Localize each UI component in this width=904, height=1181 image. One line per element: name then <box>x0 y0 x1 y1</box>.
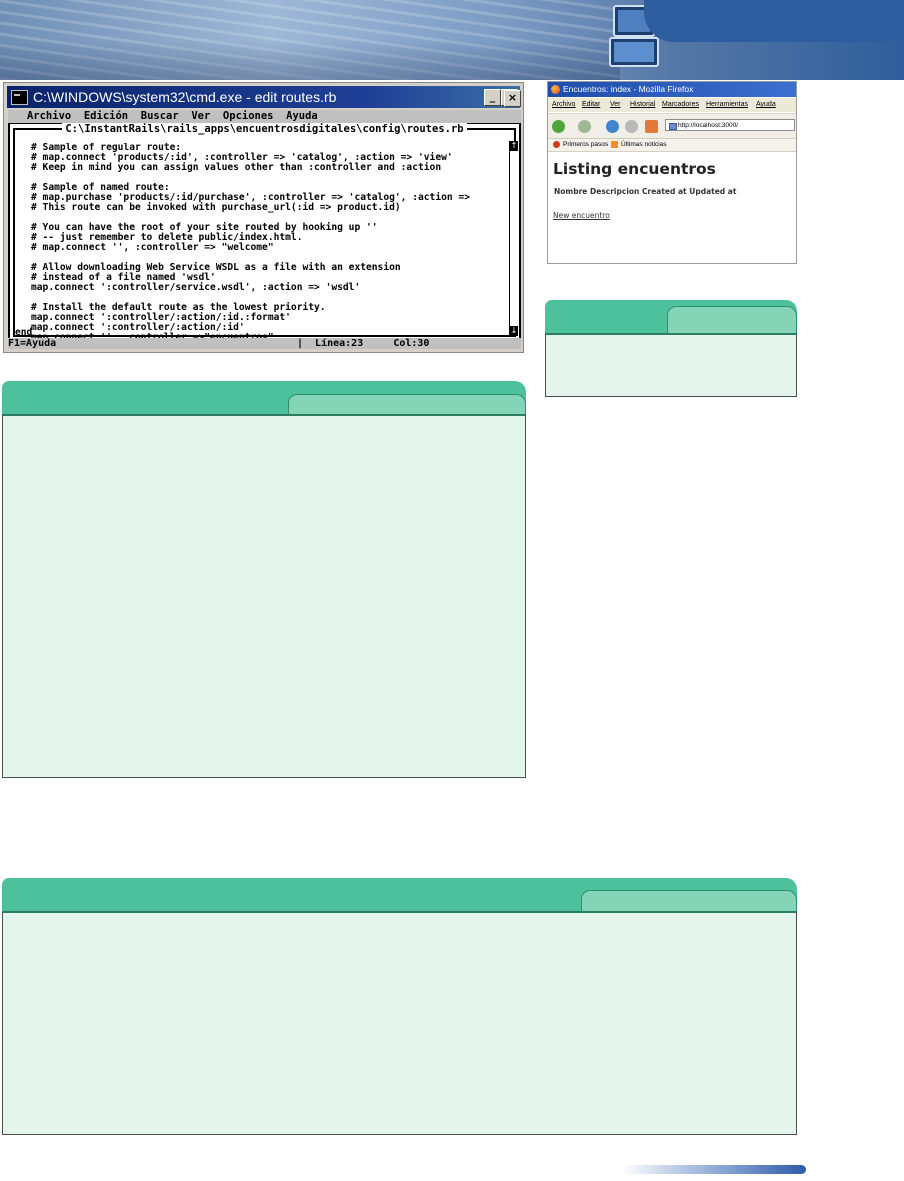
left-box <box>2 381 526 778</box>
code-line: # This route can be invoked with purchas… <box>31 202 401 213</box>
code-line: # map.connect '', :controller => "welcom… <box>31 242 274 253</box>
editor-statusbar: F1=Ayuda | Línea:23 Col:30 <box>8 338 521 349</box>
side-box <box>545 300 797 397</box>
bottom-box-body <box>2 911 797 1135</box>
scroll-down-arrow-icon[interactable]: ↓ <box>510 326 518 336</box>
page-title: Listing encuentros <box>553 160 716 178</box>
left-box-tab <box>288 394 526 415</box>
menu-editar[interactable]: Editar <box>582 98 600 112</box>
file-path-wrap: C:\InstantRails\rails_apps\encuentrosdig… <box>11 123 518 135</box>
scroll-up-arrow-icon[interactable]: ↑ <box>510 141 518 151</box>
banner-tab <box>644 0 904 42</box>
banner-shade <box>0 40 620 80</box>
cmd-titlebar[interactable]: C:\WINDOWS\system32\cmd.exe - edit route… <box>7 86 520 108</box>
firefox-icon <box>551 85 560 94</box>
footer-bar <box>622 1165 806 1174</box>
left-box-body <box>2 414 526 778</box>
code-line: map.connect ':controller/service.wsdl', … <box>31 282 361 293</box>
minimize-button[interactable]: _ <box>484 89 501 106</box>
console-icon <box>11 90 28 105</box>
editor-scrollbar[interactable]: ↑ ↓ <box>509 141 518 336</box>
bookmark-primeros-pasos[interactable]: Primeros pasos <box>563 139 608 151</box>
bottom-box <box>2 878 797 1135</box>
menu-herramientas[interactable]: Herramientas <box>706 98 748 112</box>
file-path: C:\InstantRails\rails_apps\encuentrosdig… <box>62 123 467 135</box>
bookmark-ultimas-noticias[interactable]: Últimas noticias <box>621 139 667 151</box>
cmd-title: C:\WINDOWS\system32\cmd.exe - edit route… <box>33 89 337 105</box>
code-line: # Keep in mind you can assign values oth… <box>31 162 442 173</box>
side-box-body <box>545 333 797 397</box>
menu-marcadores[interactable]: Marcadores <box>662 98 699 112</box>
page-content: Listing encuentros Nombre Descripcion Cr… <box>548 152 796 263</box>
editor-menubar[interactable]: Archivo Edición Buscar Ver Opciones Ayud… <box>8 110 521 123</box>
rss-icon <box>611 141 618 148</box>
stop-icon[interactable] <box>625 120 638 133</box>
reload-icon[interactable] <box>606 120 619 133</box>
menu-archivo[interactable]: Archivo <box>552 98 575 112</box>
firefox-menubar: Archivo Editar Ver Historial Marcadores … <box>548 98 796 112</box>
menu-ver[interactable]: Ver <box>610 98 621 112</box>
firefox-title: Encuentros: index - Mozilla Firefox <box>563 84 694 94</box>
menu-historial[interactable]: Historial <box>630 98 655 112</box>
menu-ayuda[interactable]: Ayuda <box>756 98 776 112</box>
bookmarks-toolbar: Primeros pasos Últimas noticias <box>548 139 796 152</box>
url-bar[interactable]: http://localhost:3000/ <box>665 119 795 131</box>
close-button[interactable]: × <box>504 90 521 107</box>
back-icon[interactable] <box>552 120 565 133</box>
firefox-window: Encuentros: index - Mozilla Firefox Arch… <box>547 81 797 264</box>
bottom-box-tab <box>581 890 797 912</box>
editor-pane[interactable]: C:\InstantRails\rails_apps\encuentrosdig… <box>10 123 519 340</box>
home-icon[interactable] <box>645 120 658 133</box>
firefox-titlebar[interactable]: Encuentros: index - Mozilla Firefox <box>548 82 796 97</box>
new-encuentro-link[interactable]: New encuentro <box>553 211 610 220</box>
forward-icon[interactable] <box>578 120 591 133</box>
code-block: # Sample of regular route: # map.connect … <box>31 143 509 339</box>
cmd-screen: Archivo Edición Buscar Ver Opciones Ayud… <box>8 110 521 349</box>
firefox-navbar: http://localhost:3000/ <box>548 113 796 139</box>
side-box-tab <box>667 306 797 334</box>
table-header: Nombre Descripcion Created at Updated at <box>554 187 737 196</box>
header-banner <box>0 0 904 80</box>
code-end-line: end <box>15 327 33 338</box>
cmd-window: C:\WINDOWS\system32\cmd.exe - edit route… <box>3 82 524 353</box>
bookmark-icon <box>553 141 560 148</box>
